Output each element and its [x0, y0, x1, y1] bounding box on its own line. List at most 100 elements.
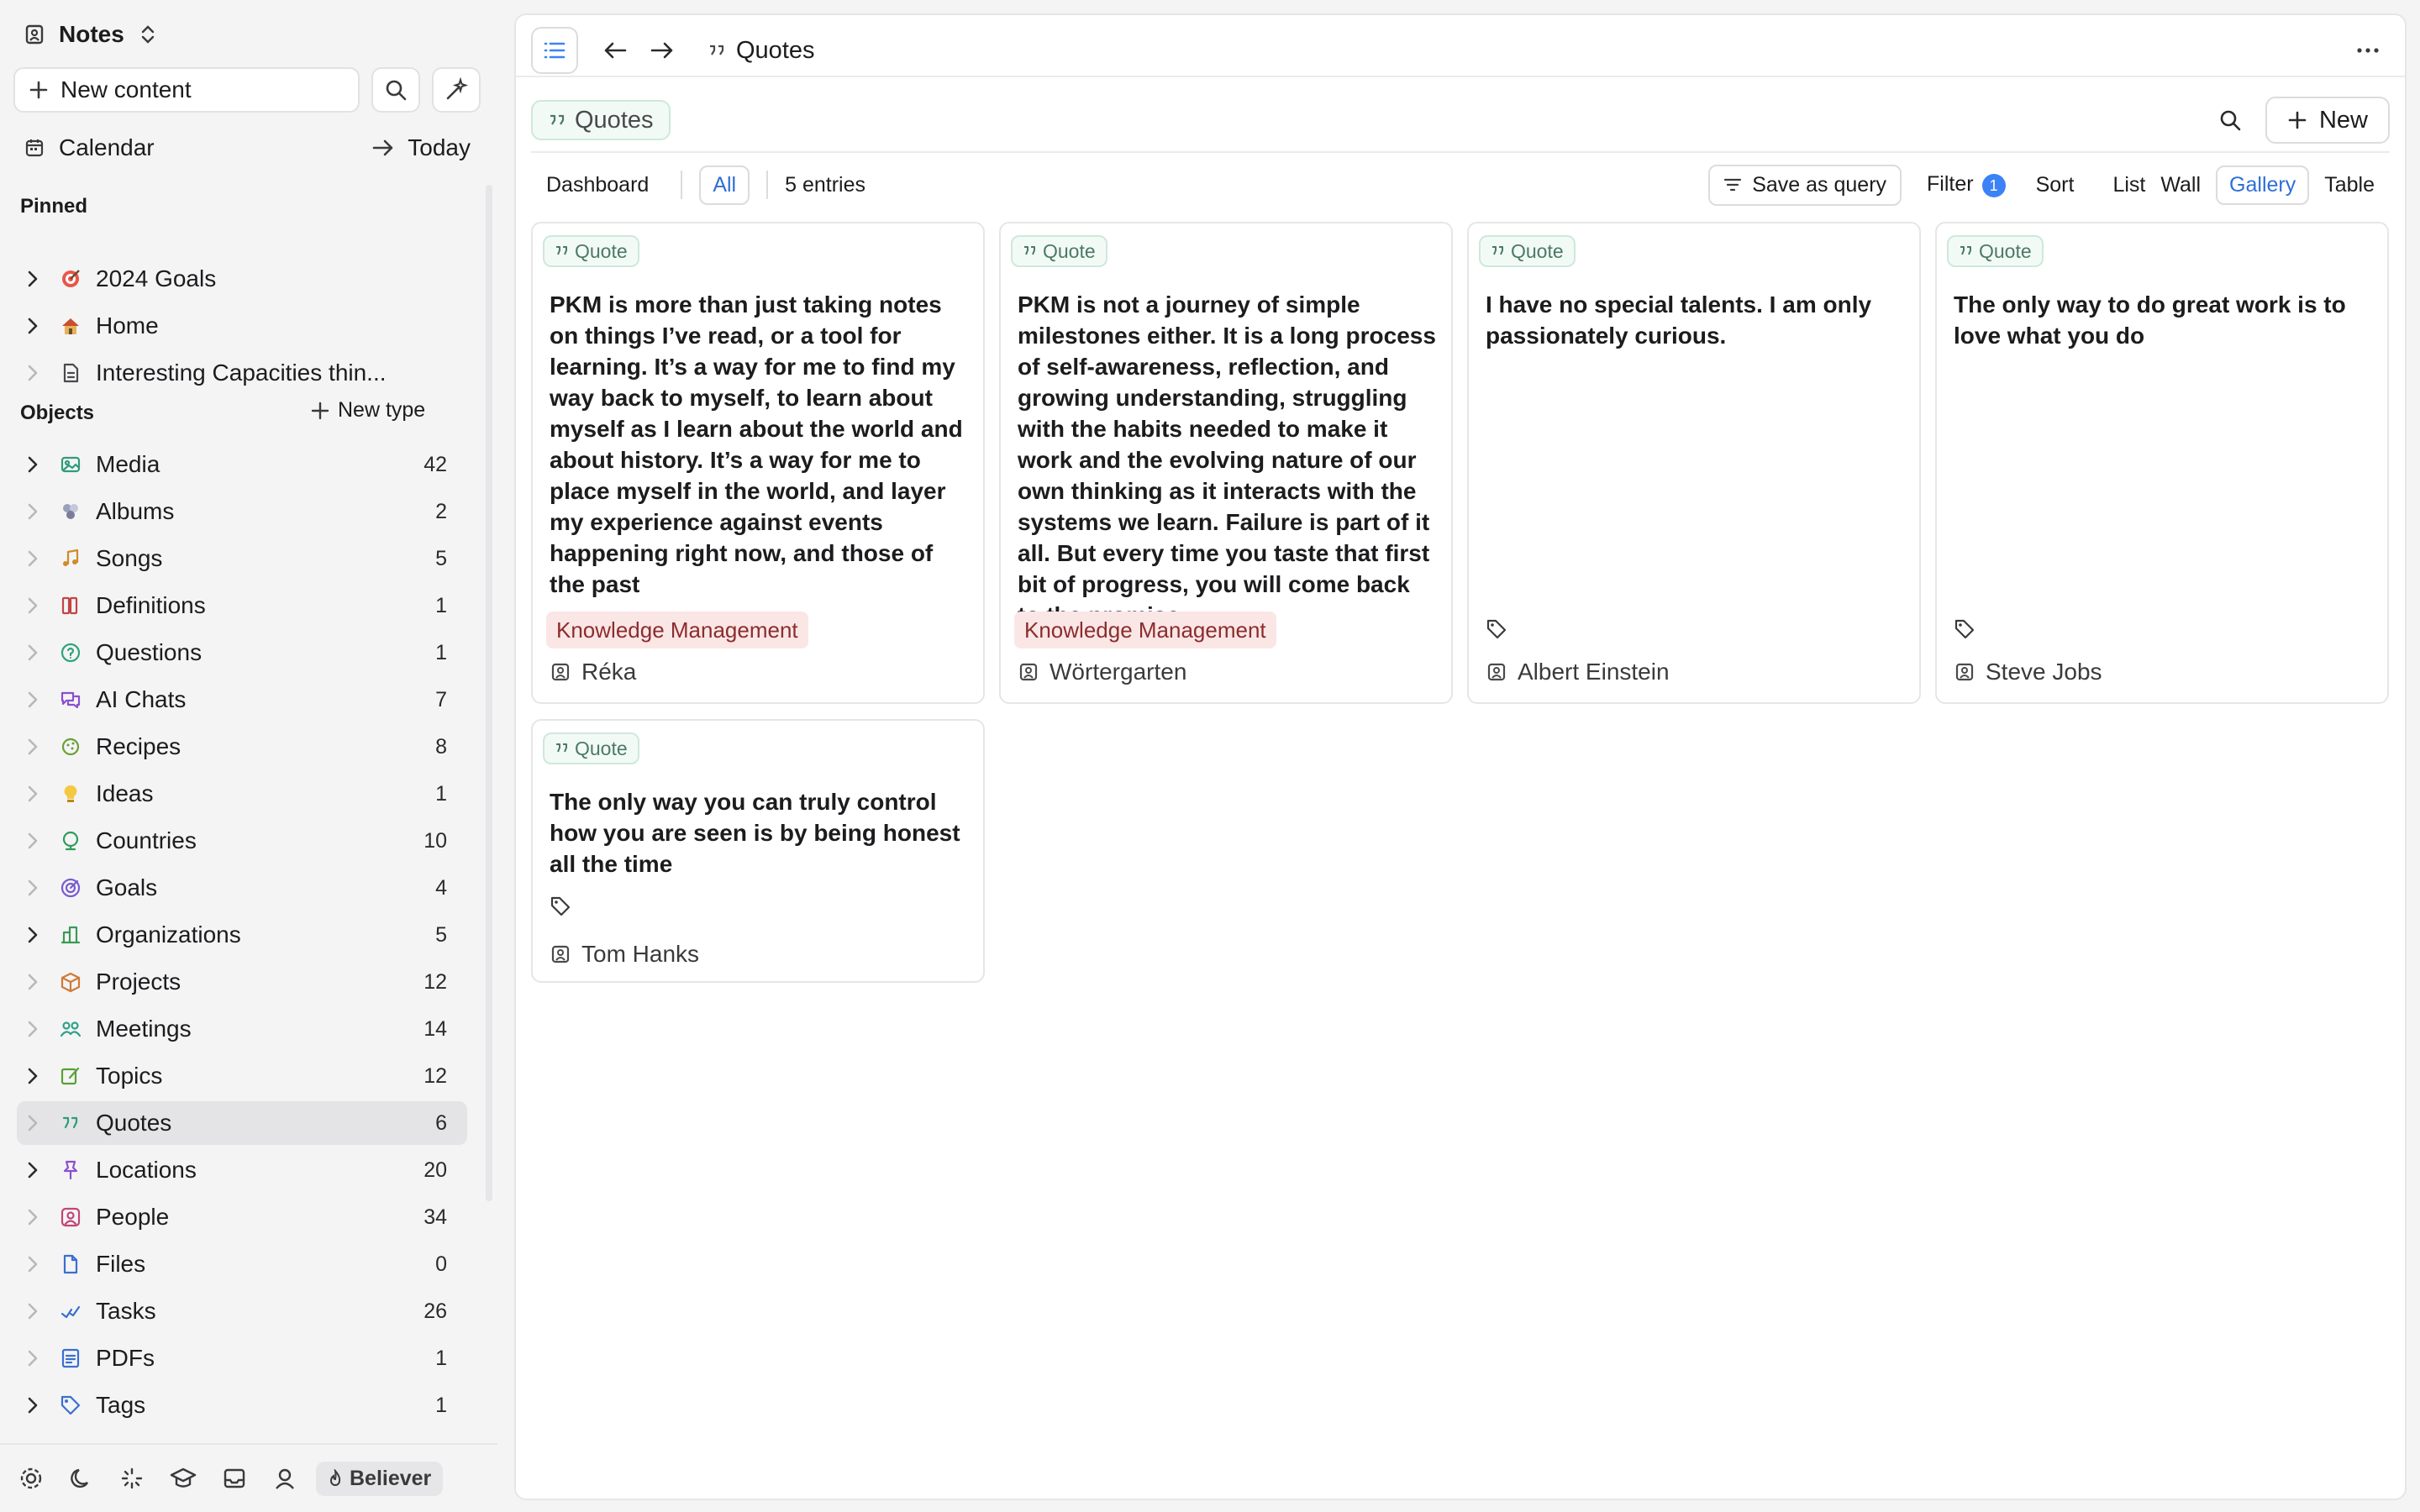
sidebar-item-countries[interactable]: Countries 10: [17, 819, 467, 863]
sidebar-scrollbar[interactable]: [486, 185, 492, 1201]
sidebar-item-albums[interactable]: Albums 2: [17, 490, 467, 533]
chevron-right-icon[interactable]: [17, 1114, 49, 1132]
chevron-right-icon[interactable]: [17, 455, 49, 474]
chevron-right-icon[interactable]: [17, 785, 49, 803]
page-title[interactable]: Quotes: [531, 100, 671, 140]
quote-card[interactable]: Quote PKM is more than just taking notes …: [531, 222, 985, 704]
chevron-right-icon[interactable]: [17, 1208, 49, 1226]
chevron-right-icon[interactable]: [17, 973, 49, 991]
sidebar-item-files[interactable]: Files 0: [17, 1242, 467, 1286]
author-link[interactable]: Albert Einstein: [1487, 659, 1670, 685]
chevron-right-icon[interactable]: [17, 317, 49, 335]
chevron-right-icon[interactable]: [17, 879, 49, 897]
chevron-right-icon[interactable]: [17, 738, 49, 756]
plan-badge[interactable]: Believer: [316, 1461, 444, 1496]
chevron-right-icon[interactable]: [17, 1067, 49, 1085]
sidebar-item-locations[interactable]: Locations 20: [17, 1148, 467, 1192]
author-link[interactable]: Réka: [551, 659, 636, 685]
breadcrumb[interactable]: Quotes: [708, 37, 815, 65]
forward-button[interactable]: [650, 40, 674, 60]
tag-icon[interactable]: [550, 895, 571, 917]
ai-assistant-button[interactable]: [432, 67, 481, 113]
chevron-right-icon[interactable]: [17, 643, 49, 662]
chevron-right-icon[interactable]: [17, 1255, 49, 1273]
sidebar-item-recipes[interactable]: Recipes 8: [17, 725, 467, 769]
sidebar-item-count: 34: [424, 1205, 447, 1229]
back-button[interactable]: [603, 40, 627, 60]
toggle-sidebar-button[interactable]: [531, 27, 578, 74]
settings-icon[interactable]: [18, 1466, 44, 1491]
graduation-cap-icon[interactable]: [170, 1466, 197, 1491]
goal-icon: [54, 877, 87, 899]
chevron-right-icon[interactable]: [17, 832, 49, 850]
chevron-right-icon[interactable]: [17, 596, 49, 615]
tag-icon[interactable]: [1486, 618, 1507, 640]
view-gallery[interactable]: Gallery: [2216, 165, 2310, 205]
sidebar-item-people[interactable]: People 34: [17, 1195, 467, 1239]
save-as-query-button[interactable]: Save as query: [1708, 164, 1902, 206]
quote-icon: [550, 114, 565, 125]
author-link[interactable]: Tom Hanks: [551, 941, 699, 968]
new-entry-button[interactable]: New: [2265, 97, 2390, 144]
sidebar-item-ideas[interactable]: Ideas 1: [17, 772, 467, 816]
sidebar-item-quotes[interactable]: Quotes 6: [17, 1101, 467, 1145]
chevron-right-icon[interactable]: [17, 502, 49, 521]
chevron-right-icon[interactable]: [17, 1161, 49, 1179]
view-table[interactable]: Table: [2309, 173, 2390, 197]
moon-icon[interactable]: [69, 1466, 94, 1491]
chevron-right-icon[interactable]: [17, 1396, 49, 1415]
author-link[interactable]: Wörtergarten: [1019, 659, 1186, 685]
sidebar-item-pdfs[interactable]: PDFs 1: [17, 1336, 467, 1380]
tab-dashboard[interactable]: Dashboard: [531, 173, 664, 197]
filter-button[interactable]: Filter 1: [1912, 172, 2021, 198]
sidebar-item-definitions[interactable]: Definitions 1: [17, 584, 467, 627]
tag-chip[interactable]: Knowledge Management: [546, 612, 808, 648]
tag-chip[interactable]: Knowledge Management: [1014, 612, 1276, 648]
chevron-right-icon[interactable]: [17, 1349, 49, 1368]
calendar-row[interactable]: Calendar Today: [25, 130, 471, 165]
search-button[interactable]: [371, 67, 420, 113]
sidebar-item-tags[interactable]: Tags 1: [17, 1383, 467, 1427]
sidebar-item-projects[interactable]: Projects 12: [17, 960, 467, 1004]
sidebar-item-ai-chats[interactable]: AI Chats 7: [17, 678, 467, 722]
quote-card[interactable]: Quote PKM is not a journey of simple mile…: [999, 222, 1453, 704]
pinned-item[interactable]: Home: [17, 304, 467, 348]
sidebar-item-tasks[interactable]: Tasks 26: [17, 1289, 467, 1333]
sidebar-item-goals[interactable]: Goals 4: [17, 866, 467, 910]
sidebar-item-songs[interactable]: Songs 5: [17, 537, 467, 580]
pinned-item[interactable]: Interesting Capacities thin...: [17, 351, 467, 395]
search-in-view-button[interactable]: [2218, 108, 2242, 132]
view-wall[interactable]: Wall: [2160, 173, 2216, 197]
chevron-right-icon[interactable]: [17, 1302, 49, 1320]
chevron-right-icon[interactable]: [17, 690, 49, 709]
chevron-right-icon[interactable]: [17, 270, 49, 288]
user-icon[interactable]: [272, 1466, 297, 1491]
tag-icon[interactable]: [1954, 618, 1975, 640]
quote-card[interactable]: Quote The only way to do great work is to…: [1935, 222, 2389, 704]
view-list[interactable]: List: [2089, 173, 2160, 197]
quote-card[interactable]: Quote I have no special talents. I am onl…: [1467, 222, 1921, 704]
space-switcher[interactable]: Notes: [25, 17, 156, 52]
today-button[interactable]: Today: [372, 134, 471, 161]
sidebar-item-meetings[interactable]: Meetings 14: [17, 1007, 467, 1051]
chevron-updown-icon[interactable]: [139, 24, 156, 45]
new-content-label: New content: [60, 76, 192, 102]
sort-button[interactable]: Sort: [2021, 173, 2090, 197]
author-link[interactable]: Steve Jobs: [1955, 659, 2102, 685]
quote-card[interactable]: Quote The only way you can truly control …: [531, 719, 985, 983]
chevron-right-icon[interactable]: [17, 364, 49, 382]
spinner-icon[interactable]: [119, 1466, 145, 1491]
chevron-right-icon[interactable]: [17, 926, 49, 944]
sidebar-item-topics[interactable]: Topics 12: [17, 1054, 467, 1098]
inbox-icon[interactable]: [222, 1466, 247, 1491]
new-content-button[interactable]: New content: [13, 67, 360, 113]
sidebar-item-organizations[interactable]: Organizations 5: [17, 913, 467, 957]
chevron-right-icon[interactable]: [17, 1020, 49, 1038]
more-options-button[interactable]: [2356, 47, 2380, 54]
chevron-right-icon[interactable]: [17, 549, 49, 568]
pinned-item[interactable]: 2024 Goals: [17, 257, 467, 301]
sidebar-item-questions[interactable]: Questions 1: [17, 631, 467, 675]
tab-all[interactable]: All: [699, 165, 750, 205]
sidebar-item-media[interactable]: Media 42: [17, 443, 467, 486]
new-type-button[interactable]: New type: [311, 398, 425, 423]
